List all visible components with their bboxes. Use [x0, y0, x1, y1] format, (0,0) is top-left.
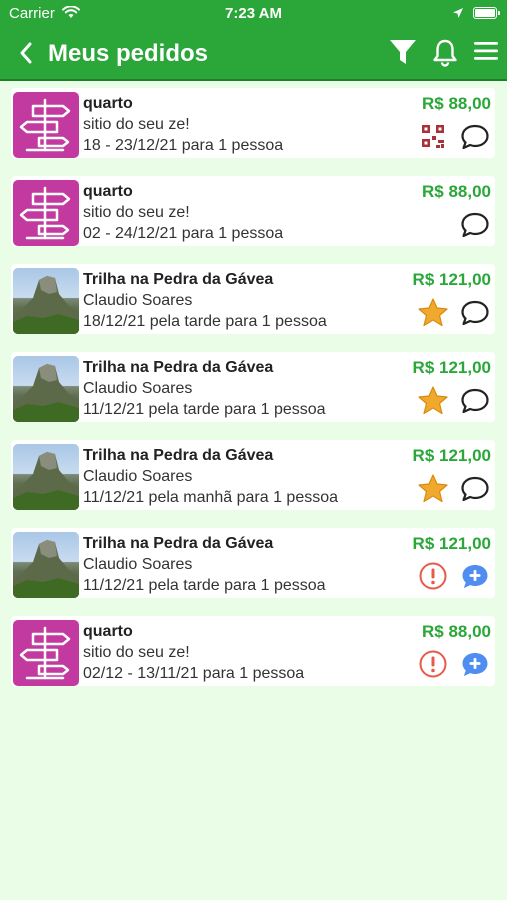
order-title: quarto: [83, 95, 133, 112]
battery-icon: [473, 7, 500, 19]
mountain-image: [13, 540, 79, 598]
mountain-thumbnail: [13, 268, 79, 334]
chat-add-icon[interactable]: [459, 649, 491, 679]
back-chevron-icon[interactable]: [18, 41, 34, 65]
order-price: R$ 121,00: [412, 446, 491, 465]
star-icon[interactable]: [417, 385, 449, 415]
order-details: 02 - 24/12/21 para 1 pessoa: [83, 225, 284, 242]
signpost-icon: [19, 98, 71, 152]
mountain-image: [13, 364, 79, 422]
order-subtitle: sitio do seu ze!: [83, 116, 190, 133]
order-subtitle: sitio do seu ze!: [83, 644, 190, 661]
order-subtitle: sitio do seu ze!: [83, 204, 190, 221]
chat-add-icon[interactable]: [459, 561, 491, 591]
order-title: Trilha na Pedra da Gávea: [83, 535, 274, 552]
chat-icon[interactable]: [459, 473, 491, 503]
signpost-thumbnail: [13, 620, 79, 686]
mountain-image: [13, 452, 79, 510]
order-title: Trilha na Pedra da Gávea: [83, 271, 274, 288]
signpost-thumbnail: [13, 92, 79, 158]
order-card[interactable]: Trilha na Pedra da Gávea Claudio Soares …: [11, 440, 495, 510]
hamburger-menu-icon[interactable]: [473, 40, 499, 62]
qr-code-icon[interactable]: [417, 121, 449, 151]
order-card[interactable]: Trilha na Pedra da Gávea Claudio Soares …: [11, 352, 495, 422]
chat-icon[interactable]: [459, 121, 491, 151]
order-subtitle: Claudio Soares: [83, 380, 193, 397]
order-card[interactable]: quarto sitio do seu ze! 18 - 23/12/21 pa…: [11, 88, 495, 158]
chat-icon[interactable]: [459, 297, 491, 327]
bell-icon[interactable]: [430, 37, 460, 67]
alert-icon[interactable]: [417, 649, 449, 679]
order-price: R$ 121,00: [412, 270, 491, 289]
star-icon[interactable]: [417, 473, 449, 503]
order-title: quarto: [83, 183, 133, 200]
order-details: 02/12 - 13/11/21 para 1 pessoa: [83, 665, 305, 682]
signpost-thumbnail: [13, 180, 79, 246]
chat-icon[interactable]: [459, 385, 491, 415]
filter-icon[interactable]: [388, 37, 418, 67]
order-subtitle: Claudio Soares: [83, 556, 193, 573]
signpost-icon: [19, 186, 71, 240]
app-header: Meus pedidos: [0, 28, 507, 81]
page-title: Meus pedidos: [48, 40, 209, 67]
star-icon[interactable]: [417, 297, 449, 327]
mountain-image: [13, 276, 79, 334]
order-title: Trilha na Pedra da Gávea: [83, 447, 274, 464]
order-subtitle: Claudio Soares: [83, 292, 193, 309]
order-details: 11/12/21 pela tarde para 1 pessoa: [83, 577, 326, 594]
order-details: 11/12/21 pela tarde para 1 pessoa: [83, 401, 326, 418]
status-bar: Carrier 7:23 AM: [0, 0, 507, 28]
mountain-thumbnail: [13, 356, 79, 422]
order-title: quarto: [83, 623, 133, 640]
location-arrow-icon: [453, 8, 463, 18]
clock: 7:23 AM: [225, 5, 282, 22]
order-details: 11/12/21 pela manhã para 1 pessoa: [83, 489, 339, 506]
order-card[interactable]: Trilha na Pedra da Gávea Claudio Soares …: [11, 264, 495, 334]
mountain-thumbnail: [13, 532, 79, 598]
chat-icon[interactable]: [459, 209, 491, 239]
order-price: R$ 88,00: [422, 94, 491, 113]
order-price: R$ 88,00: [422, 182, 491, 201]
order-title: Trilha na Pedra da Gávea: [83, 359, 274, 376]
order-details: 18 - 23/12/21 para 1 pessoa: [83, 137, 284, 154]
alert-icon[interactable]: [417, 561, 449, 591]
order-card[interactable]: quarto sitio do seu ze! 02/12 - 13/11/21…: [11, 616, 495, 686]
order-price: R$ 88,00: [422, 622, 491, 641]
mountain-thumbnail: [13, 444, 79, 510]
order-card[interactable]: quarto sitio do seu ze! 02 - 24/12/21 pa…: [11, 176, 495, 246]
order-details: 18/12/21 pela tarde para 1 pessoa: [83, 313, 327, 330]
order-subtitle: Claudio Soares: [83, 468, 193, 485]
order-price: R$ 121,00: [412, 534, 491, 553]
order-card[interactable]: Trilha na Pedra da Gávea Claudio Soares …: [11, 528, 495, 598]
order-price: R$ 121,00: [412, 358, 491, 377]
signpost-icon: [19, 626, 71, 680]
